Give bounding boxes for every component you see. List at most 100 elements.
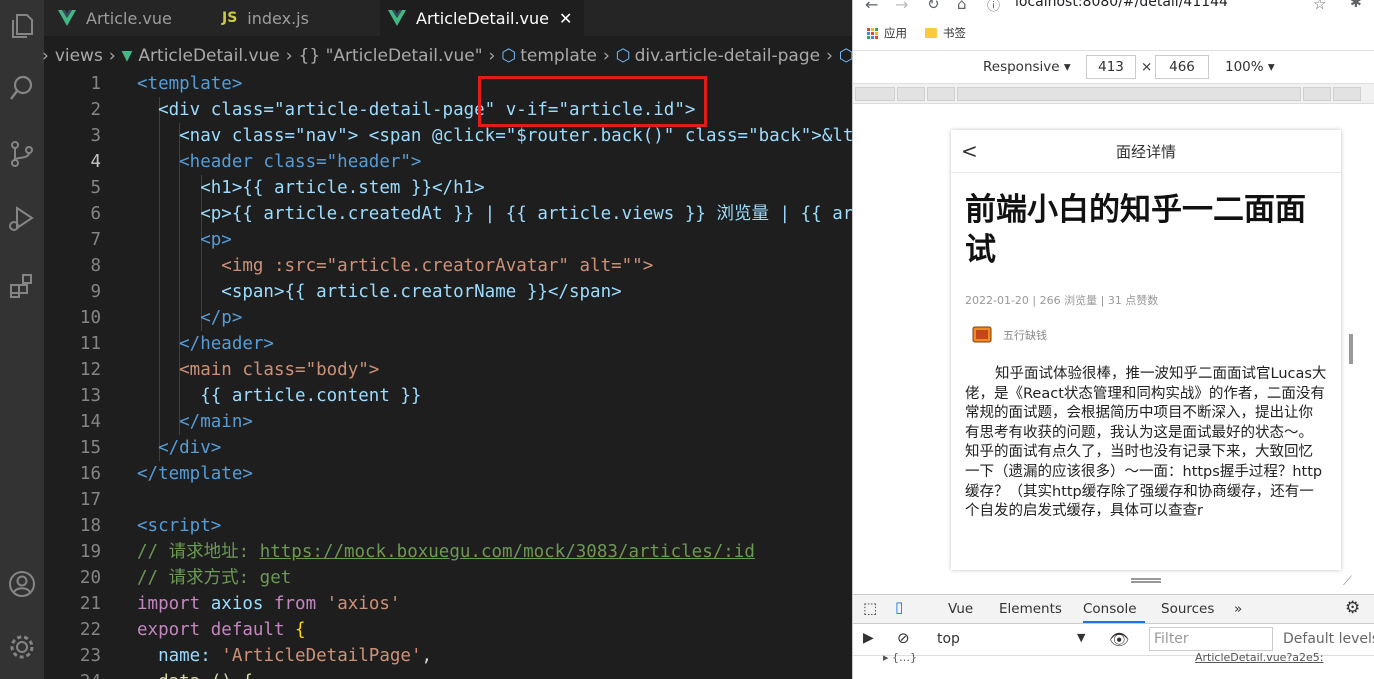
breadcrumb-item[interactable]: views (55, 46, 103, 66)
breadcrumb: › views › ▼ ArticleDetail.vue › {} "Arti… (42, 46, 852, 66)
cube-icon: ⬡ (615, 46, 631, 66)
devtools-tab-vue[interactable]: Vue (948, 595, 973, 623)
inspect-element-icon[interactable]: ⬚ (863, 599, 877, 617)
devtools-settings-icon[interactable]: ⚙ (1345, 598, 1360, 618)
code-line: 14 </main> (79, 412, 253, 432)
apps-grid-icon (867, 27, 878, 39)
code-line: 24 data () { (44, 669, 852, 679)
tab-index-js[interactable]: JS index.js (208, 0, 380, 36)
settings-gear-icon[interactable] (0, 625, 44, 669)
device-toggle-icon[interactable]: ▯ (895, 598, 903, 616)
sidebar-toggle-icon[interactable]: ▶ (863, 630, 874, 646)
vue-icon: ▼ (121, 48, 133, 64)
page-navbar: < 面经详情 (951, 130, 1341, 173)
clear-console-icon[interactable]: ⊘ (897, 629, 910, 647)
devtools-tab-sources[interactable]: Sources (1161, 595, 1214, 623)
tab-label: Article.vue (86, 8, 172, 28)
activity-bar (0, 0, 44, 679)
back-button[interactable]: < (961, 139, 978, 163)
dimension-separator: × (1141, 59, 1153, 75)
code-line: 13 {{ article.content }} (79, 386, 422, 406)
viewport-width-input[interactable]: 413 (1086, 55, 1136, 79)
account-icon[interactable] (0, 562, 44, 606)
extension-puzzle-icon[interactable]: ✱ (1350, 0, 1362, 11)
author-name: 五行缺钱 (1003, 329, 1047, 342)
search-icon[interactable] (0, 66, 44, 110)
context-dropdown-icon[interactable]: ▼ (1077, 631, 1085, 644)
code-editor: Article.vue JS index.js ArticleDetail.vu… (0, 0, 852, 679)
context-select[interactable]: top (937, 631, 960, 647)
bookmark-star-icon[interactable]: ☆ (1313, 0, 1326, 13)
zoom-select[interactable]: 100% ▾ (1225, 59, 1275, 75)
back-nav-icon[interactable]: ← (865, 0, 878, 14)
reload-icon[interactable]: ↻ (927, 0, 940, 13)
annotation-highlight-box (478, 76, 707, 127)
tab-articledetail-vue[interactable]: ArticleDetail.vue ✕ (380, 0, 584, 36)
log-levels-select[interactable]: Default levels ▾ (1283, 631, 1374, 647)
resize-handle-bottom[interactable] (1131, 578, 1161, 583)
resize-handle-right[interactable] (1349, 334, 1353, 364)
viewport-height-input[interactable]: 466 (1155, 55, 1209, 79)
browser-window: ← → ↻ ⌂ ⓘ localhost:8080/#/detail/41144 … (852, 0, 1374, 679)
tab-article-vue[interactable]: Article.vue (44, 0, 208, 36)
breadcrumb-item[interactable]: ArticleDetail.vue (138, 46, 279, 66)
code-line: 4 <header class="header"> (90, 152, 422, 172)
cube-icon: ⬡ (501, 46, 517, 66)
bookmark-apps[interactable]: 应用 (884, 25, 907, 41)
code-line: 10 </p> (79, 308, 243, 328)
breadcrumb-item[interactable]: {} "ArticleDetail.vue" (299, 46, 483, 66)
code-line: 20// 请求方式: get (79, 568, 292, 588)
code-line: 17 (79, 490, 101, 510)
console-object[interactable]: ▸ {…} (883, 651, 917, 664)
code-line: 12 <main class="body"> (79, 360, 380, 380)
code-line: 3 <nav class="nav"> <span @click="$route… (90, 126, 852, 146)
more-tabs-icon[interactable]: » (1234, 595, 1242, 623)
forward-nav-icon[interactable]: → (895, 0, 908, 14)
breadcrumb-item[interactable]: div.article-detail-page (635, 46, 821, 66)
code-line: 16 </template> (79, 464, 253, 484)
devtools-tab-elements[interactable]: Elements (999, 595, 1062, 623)
code-line: 7 <p> (90, 230, 232, 250)
run-debug-icon[interactable] (0, 196, 44, 240)
code-line: 18 <script> (79, 516, 222, 536)
code-line: 11 </header> (79, 334, 274, 354)
explorer-icon[interactable] (0, 4, 44, 48)
code-line: 15 </div> (79, 438, 222, 458)
bookmarks-bar: 应用 书签 (853, 18, 1374, 48)
devtools-tab-console[interactable]: Console (1083, 595, 1145, 623)
code-line: 5 <h1>{{ article.stem }}</h1> (90, 178, 485, 198)
tab-label: index.js (247, 8, 309, 28)
console-filter-input[interactable]: Filter (1149, 627, 1273, 651)
breadcrumb-item[interactable]: template (520, 46, 597, 66)
author-info: 五行缺钱 (971, 324, 1047, 346)
article-meta: 2022-01-20 | 266 浏览量 | 31 点赞数 (965, 294, 1159, 307)
navbar-title: 面经详情 (1115, 142, 1176, 161)
device-mode-select[interactable]: Responsive ▾ (983, 59, 1071, 75)
home-icon[interactable]: ⌂ (957, 0, 967, 13)
code-line: 21 import axios from 'axios' (79, 594, 401, 614)
console-source-link[interactable]: ArticleDetail.vue?a2e5: (1195, 651, 1324, 664)
resize-corner-icon[interactable]: ⟋ (1343, 574, 1352, 589)
code-line: 9 <span>{{ article.creatorName }}</span> (90, 282, 622, 302)
url-field[interactable]: localhost:8080/#/detail/41144 (1015, 0, 1228, 10)
cube-icon: ⬡ (838, 46, 852, 66)
code-line: 2 <div class="article-detail-page" v-if=… (90, 100, 696, 120)
code-line: 6 <p>{{ article.createdAt }} | {{ articl… (90, 204, 852, 224)
code-line: 1 <template> (90, 74, 243, 94)
bookmark-folder[interactable]: 书签 (943, 25, 966, 41)
close-tab-icon[interactable]: ✕ (559, 9, 572, 28)
editor-tab-bar: Article.vue JS index.js ArticleDetail.vu… (44, 0, 852, 36)
console-output: ▸ {…} ArticleDetail.vue?a2e5: (853, 651, 1374, 679)
author-avatar (971, 324, 993, 346)
source-control-icon[interactable] (0, 132, 44, 176)
code-line: 23 name: 'ArticleDetailPage', (79, 646, 433, 666)
vue-icon (58, 10, 76, 26)
article-title: 前端小白的知乎一二面面试 (965, 192, 1306, 268)
address-bar: ← → ↻ ⌂ ⓘ localhost:8080/#/detail/41144 … (853, 0, 1374, 18)
live-expression-eye-icon[interactable]: 👁 (1109, 630, 1129, 649)
devtools-tab-bar: ⬚ ▯ Vue Elements Console Sources » ⚙ (853, 594, 1374, 624)
vue-icon (388, 10, 406, 26)
code-line: 22 export default { (79, 620, 306, 640)
extensions-icon[interactable] (0, 264, 44, 308)
emulated-viewport: < 面经详情 前端小白的知乎一二面面试 2022-01-20 | 266 浏览量… (853, 104, 1374, 594)
